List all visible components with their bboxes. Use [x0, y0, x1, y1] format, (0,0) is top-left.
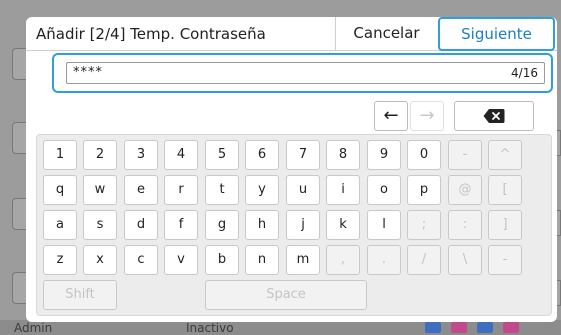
key[interactable]: g: [205, 210, 239, 240]
key[interactable]: .: [367, 245, 401, 275]
onscreen-keyboard: 1 2 3 4 5 6 7 8 9 0 - ^ q w e r t y u i …: [36, 134, 552, 316]
backspace-button[interactable]: [454, 101, 534, 131]
cursor-right-button[interactable]: →: [410, 101, 444, 131]
key[interactable]: x: [83, 245, 117, 275]
arrow-left-icon: ←: [383, 105, 399, 126]
key[interactable]: 7: [286, 140, 320, 170]
key[interactable]: j: [286, 210, 320, 240]
key[interactable]: i: [326, 175, 360, 205]
key[interactable]: w: [83, 175, 117, 205]
key[interactable]: ,: [326, 245, 360, 275]
cursor-left-button[interactable]: ←: [374, 101, 408, 131]
key[interactable]: s: [83, 210, 117, 240]
key[interactable]: d: [124, 210, 158, 240]
next-button[interactable]: Siguiente: [438, 17, 555, 51]
key[interactable]: -: [488, 245, 522, 275]
cancel-button[interactable]: Cancelar: [335, 17, 437, 51]
dialog-header: Añadir [2/4] Temp. Contraseña Cancelar S…: [26, 17, 557, 51]
key[interactable]: @: [448, 175, 482, 205]
ink-indicator: [425, 322, 441, 333]
key[interactable]: 4: [164, 140, 198, 170]
key[interactable]: c: [124, 245, 158, 275]
ink-indicators: [425, 322, 519, 333]
dialog-title: Añadir [2/4] Temp. Contraseña: [36, 25, 266, 43]
key[interactable]: ]: [488, 210, 522, 240]
key[interactable]: q: [43, 175, 77, 205]
key[interactable]: [: [488, 175, 522, 205]
key[interactable]: /: [407, 245, 441, 275]
key[interactable]: f: [164, 210, 198, 240]
password-value: ****: [73, 65, 103, 80]
ink-indicator: [477, 322, 493, 333]
password-input[interactable]: **** 4/16: [66, 62, 545, 84]
key[interactable]: m: [286, 245, 320, 275]
key[interactable]: z: [43, 245, 77, 275]
key[interactable]: h: [245, 210, 279, 240]
key[interactable]: k: [326, 210, 360, 240]
key[interactable]: l: [367, 210, 401, 240]
key[interactable]: 8: [326, 140, 360, 170]
key[interactable]: v: [164, 245, 198, 275]
key[interactable]: b: [205, 245, 239, 275]
key[interactable]: n: [245, 245, 279, 275]
key[interactable]: :: [448, 210, 482, 240]
password-dialog: Añadir [2/4] Temp. Contraseña Cancelar S…: [26, 17, 557, 322]
shift-key[interactable]: Shift: [43, 280, 117, 310]
key[interactable]: -: [448, 140, 482, 170]
key[interactable]: y: [245, 175, 279, 205]
key[interactable]: 1: [43, 140, 77, 170]
status-text: Inactivo: [186, 321, 234, 335]
key[interactable]: r: [164, 175, 198, 205]
key[interactable]: t: [205, 175, 239, 205]
character-counter: 4/16: [511, 66, 538, 80]
arrow-right-icon: →: [419, 105, 435, 126]
ink-indicator: [451, 322, 467, 333]
key[interactable]: a: [43, 210, 77, 240]
key[interactable]: 2: [83, 140, 117, 170]
key[interactable]: \: [448, 245, 482, 275]
backspace-icon: [483, 109, 505, 123]
key[interactable]: 0: [407, 140, 441, 170]
key[interactable]: e: [124, 175, 158, 205]
key[interactable]: 9: [367, 140, 401, 170]
key[interactable]: ^: [488, 140, 522, 170]
status-user: Admin: [14, 321, 53, 335]
key[interactable]: p: [407, 175, 441, 205]
key[interactable]: u: [286, 175, 320, 205]
ink-indicator: [503, 322, 519, 333]
key[interactable]: 5: [205, 140, 239, 170]
space-key[interactable]: Space: [205, 280, 367, 310]
key[interactable]: ;: [407, 210, 441, 240]
key[interactable]: o: [367, 175, 401, 205]
key[interactable]: 6: [245, 140, 279, 170]
key[interactable]: 3: [124, 140, 158, 170]
